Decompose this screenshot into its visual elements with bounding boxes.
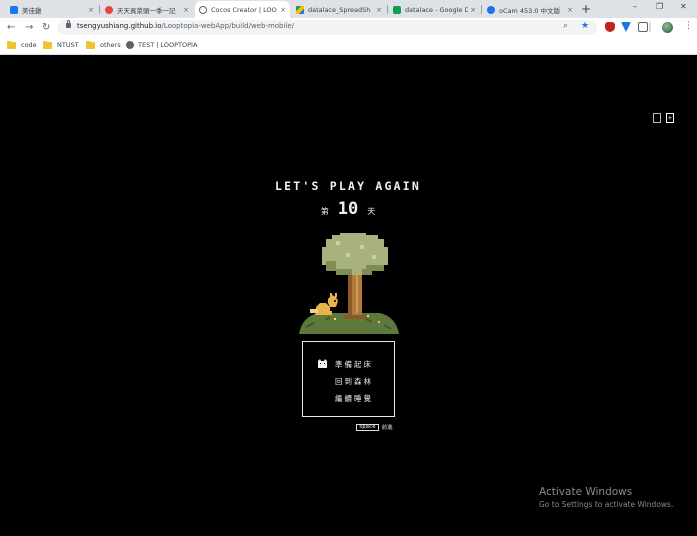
foliage-highlight <box>336 241 340 245</box>
tab-strip: 美佳雞 × 天天真菜頭一季一記 × Cocos Creator | LOO × … <box>0 0 697 18</box>
extension-v-icon[interactable] <box>621 22 631 32</box>
toolbar-divider <box>649 22 651 32</box>
tree-roots <box>344 315 366 319</box>
tab-close-icon[interactable]: × <box>470 6 476 14</box>
ocam-icon <box>487 5 495 14</box>
foliage-highlight <box>360 245 364 249</box>
day-prefix: 第 <box>320 207 329 216</box>
address-url: tsengyushiang.github.io/Looptopia-webApp… <box>77 22 294 30</box>
day-counter: 第 10 天 <box>300 199 396 219</box>
forward-button[interactable]: → <box>25 21 33 35</box>
folder-icon <box>86 40 95 49</box>
flower <box>367 315 369 317</box>
hint-action: 前進 <box>381 425 393 431</box>
tree-scene-illustration <box>299 233 399 334</box>
tab-close-icon[interactable]: × <box>280 6 286 14</box>
screenshot-extension-icon[interactable] <box>638 22 648 32</box>
zoom-icon[interactable]: ⌕ <box>563 21 568 31</box>
menu-item-back-to-forest[interactable]: 回到森林 <box>335 376 373 387</box>
day-number: 10 <box>337 199 359 219</box>
facebook-icon <box>10 5 18 14</box>
lock-icon <box>66 20 71 28</box>
tab-divider <box>481 5 482 14</box>
space-key: space <box>356 423 379 431</box>
corner-button-left[interactable] <box>653 113 661 123</box>
close-window-button[interactable]: ✕ <box>680 2 687 11</box>
folder-icon <box>7 40 16 49</box>
cat-cursor-icon <box>318 359 327 368</box>
bookmark-label: others <box>100 41 121 49</box>
tab-3[interactable]: Cocos Creator | LOO × <box>195 1 290 18</box>
browser-menu-icon[interactable]: ⋮ <box>684 21 693 31</box>
shield-extension-icon[interactable] <box>605 22 615 32</box>
day-suffix: 天 <box>367 207 376 216</box>
menu-item-wake-up[interactable]: 準備起床 <box>335 359 373 370</box>
bookmarks-bar: code NTUST others TEST | LOOPTOPIA <box>0 38 697 55</box>
url-domain: tsengyushiang.github.io <box>77 22 162 30</box>
back-button[interactable]: ← <box>7 21 15 35</box>
reload-button[interactable]: ↻ <box>42 21 50 35</box>
browser-toolbar: ← → ↻ tsengyushiang.github.io/Looptopia-… <box>0 18 697 38</box>
tab-close-icon[interactable]: × <box>88 6 94 14</box>
corner-button-plus[interactable]: + <box>666 113 674 123</box>
tab-title: datalace_SpreadSh <box>308 5 371 14</box>
tab-title: 天天真菜頭一季一記 <box>117 6 176 15</box>
tab-title: datalace - Google D <box>405 5 469 14</box>
tab-divider <box>387 5 388 14</box>
tab-5[interactable]: datalace - Google D × <box>389 1 480 18</box>
activate-windows-watermark: Activate Windows Go to Settings to activ… <box>539 486 673 509</box>
tab-title: 美佳雞 <box>22 6 42 15</box>
tab-title: oCam 453.0 中文版 <box>499 6 561 15</box>
bookmark-label: code <box>21 41 37 49</box>
url-path: /Looptopia-webApp/build/web-mobile/ <box>161 22 295 30</box>
address-bar[interactable]: tsengyushiang.github.io/Looptopia-webApp… <box>57 20 597 35</box>
drive-icon <box>296 5 304 14</box>
watermark-title: Activate Windows <box>539 486 633 498</box>
tab-close-icon[interactable]: × <box>567 6 573 14</box>
trunk-highlight <box>356 275 358 313</box>
tab-4[interactable]: datalace_SpreadSh × <box>292 1 386 18</box>
bookmark-code[interactable]: code <box>7 40 37 49</box>
tab-1[interactable]: 美佳雞 × <box>6 1 98 18</box>
bookmark-ntust[interactable]: NTUST <box>43 40 79 49</box>
flower <box>334 318 336 320</box>
trunk-shade <box>348 269 352 319</box>
flower <box>378 321 380 323</box>
bookmark-others[interactable]: others <box>86 40 121 49</box>
globe-icon <box>199 5 207 14</box>
menu-item-keep-sleeping[interactable]: 繼續睡覺 <box>335 393 373 404</box>
watermark-subtitle: Go to Settings to activate Windows. <box>539 500 674 509</box>
game-headline: LET'S PLAY AGAIN <box>275 179 421 193</box>
foliage-highlight <box>346 253 350 257</box>
fox-ear <box>335 293 337 297</box>
tab-title: Cocos Creator | LOO <box>211 5 277 14</box>
tab-divider <box>99 5 100 14</box>
new-tab-button[interactable]: + <box>581 1 591 17</box>
restore-button[interactable]: ❐ <box>656 2 663 11</box>
pin-icon <box>105 5 113 14</box>
minimize-button[interactable]: – <box>633 2 637 11</box>
profile-avatar[interactable] <box>662 22 673 33</box>
tab-2[interactable]: 天天真菜頭一季一記 × <box>101 1 193 18</box>
bookmark-label: NTUST <box>57 41 79 49</box>
fox-eye <box>334 300 336 302</box>
bookmark-star-icon[interactable]: ★ <box>581 21 589 31</box>
sheets-icon <box>393 5 401 14</box>
tab-close-icon[interactable]: × <box>376 6 382 14</box>
game-canvas[interactable]: + LET'S PLAY AGAIN 第 10 天 準備起床 回到森林 繼續睡覺… <box>0 55 697 536</box>
bookmark-looptopia[interactable]: TEST | LOOPTOPIA <box>126 41 197 49</box>
bookmark-label: TEST | LOOPTOPIA <box>138 41 198 49</box>
foliage-highlight <box>372 255 376 259</box>
control-hint: space 前進 <box>356 423 393 431</box>
folder-icon <box>43 40 52 49</box>
globe-icon <box>126 41 134 49</box>
fox-tail <box>310 309 318 313</box>
tab-close-icon[interactable]: × <box>183 6 189 14</box>
tab-6[interactable]: oCam 453.0 中文版 × <box>483 1 577 18</box>
fox-ear <box>330 293 332 297</box>
game-menu: 準備起床 回到森林 繼續睡覺 <box>302 341 395 417</box>
